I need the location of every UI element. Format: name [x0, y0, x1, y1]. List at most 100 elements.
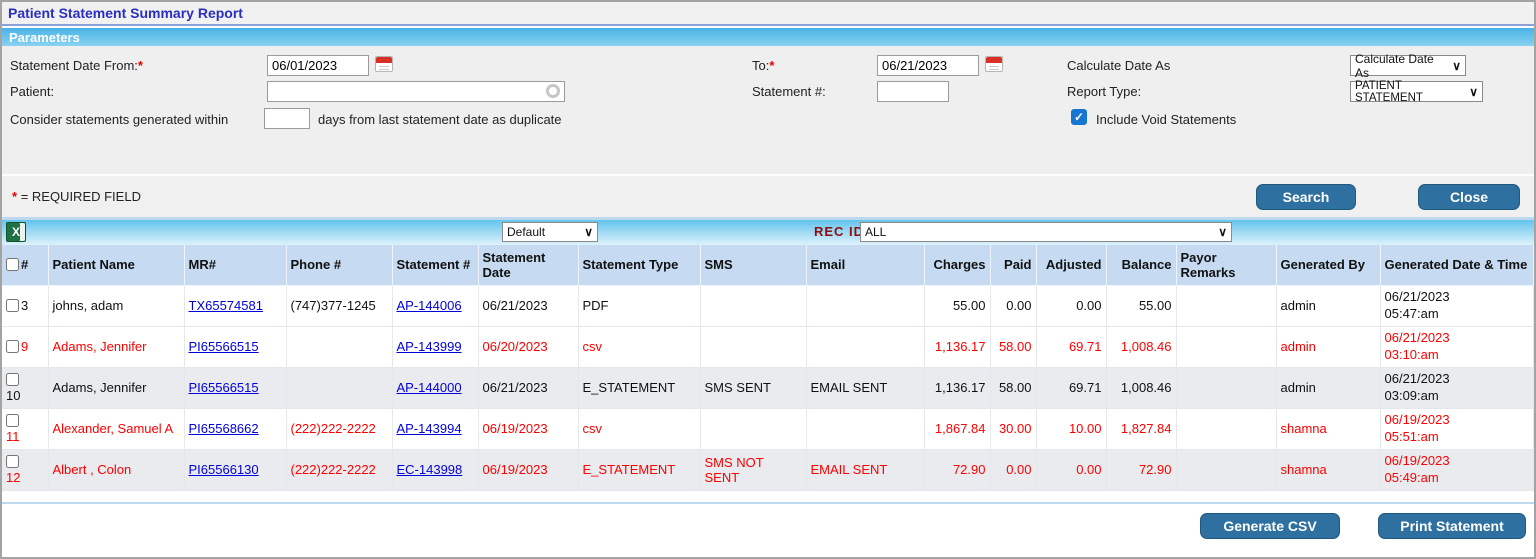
cell-generated-datetime: 06/21/202303:09:am — [1380, 367, 1534, 408]
actions-row: * = REQUIRED FIELD Search Close — [2, 174, 1534, 220]
report-type-select[interactable]: PATIENT STATEMENT∨ — [1350, 81, 1483, 102]
cell-adjusted: 0.00 — [1036, 285, 1106, 326]
duplicate-statement-suffix: days from last statement date as duplica… — [318, 112, 562, 127]
title-bar: Patient Statement Summary Report — [2, 2, 1534, 26]
cell-email — [806, 408, 924, 449]
header-statement-date: Statement Date — [478, 245, 578, 285]
header-generated-by: Generated By — [1276, 245, 1380, 285]
row-checkbox[interactable] — [6, 455, 19, 468]
statement-link[interactable]: AP-144000 — [397, 380, 462, 395]
mr-link[interactable]: PI65568662 — [189, 421, 259, 436]
cell-sms — [700, 326, 806, 367]
header-generated-datetime: Generated Date & Time — [1380, 245, 1534, 285]
cell-generated-datetime: 06/19/202305:49:am — [1380, 449, 1534, 490]
cell-payor-remarks — [1176, 326, 1276, 367]
statement-link[interactable]: AP-143999 — [397, 339, 462, 354]
header-charges: Charges — [924, 245, 990, 285]
cell-payor-remarks — [1176, 408, 1276, 449]
cell-mr: TX65574581 — [184, 285, 286, 326]
header-statement-no: Statement # — [392, 245, 478, 285]
cell-balance: 1,827.84 — [1106, 408, 1176, 449]
cell-statement-date: 06/19/2023 — [478, 449, 578, 490]
cell-generated-by: shamna — [1276, 449, 1380, 490]
footer-actions: Generate CSV Print Statement — [2, 504, 1534, 548]
cell-adjusted: 69.71 — [1036, 326, 1106, 367]
cell-statement-date: 06/20/2023 — [478, 326, 578, 367]
cell-select: 11 — [2, 408, 48, 449]
mr-link[interactable]: PI65566130 — [189, 462, 259, 477]
mr-link[interactable]: PI65566515 — [189, 339, 259, 354]
cell-statement-date: 06/19/2023 — [478, 408, 578, 449]
table-row: 3 johns, adam TX65574581 (747)377-1245 A… — [2, 285, 1534, 326]
table-row: 9 Adams, Jennifer PI65566515 AP-143999 0… — [2, 326, 1534, 367]
export-excel-icon[interactable]: X — [6, 222, 26, 242]
header-adjusted: Adjusted — [1036, 245, 1106, 285]
statement-date-from-input[interactable] — [267, 55, 369, 76]
cell-mr: PI65566515 — [184, 367, 286, 408]
search-button[interactable]: Search — [1256, 184, 1356, 210]
cell-mr: PI65566515 — [184, 326, 286, 367]
row-checkbox[interactable] — [6, 414, 19, 427]
generate-csv-button[interactable]: Generate CSV — [1200, 513, 1340, 539]
cell-sms: SMS NOT SENT — [700, 449, 806, 490]
cell-email: EMAIL SENT — [806, 367, 924, 408]
cell-balance: 55.00 — [1106, 285, 1176, 326]
cell-statement-no: AP-144006 — [392, 285, 478, 326]
header-statement-type: Statement Type — [578, 245, 700, 285]
header-paid: Paid — [990, 245, 1036, 285]
header-phone: Phone # — [286, 245, 392, 285]
cell-paid: 30.00 — [990, 408, 1036, 449]
cell-phone: (747)377-1245 — [286, 285, 392, 326]
include-void-checkbox[interactable]: ✓ — [1071, 109, 1087, 125]
rec-id-select[interactable]: ALL∨ — [860, 222, 1232, 242]
parameters-section-header: Parameters — [2, 26, 1534, 46]
cell-statement-date: 06/21/2023 — [478, 285, 578, 326]
required-field-note: * = REQUIRED FIELD — [12, 189, 141, 204]
cell-email — [806, 285, 924, 326]
page-title: Patient Statement Summary Report — [8, 5, 243, 21]
required-asterisk: * — [769, 58, 774, 73]
cell-patient-name: johns, adam — [48, 285, 184, 326]
header-email: Email — [806, 245, 924, 285]
cell-generated-by: admin — [1276, 285, 1380, 326]
mr-link[interactable]: PI65566515 — [189, 380, 259, 395]
calendar-icon[interactable] — [375, 56, 393, 72]
cell-select: 12 — [2, 449, 48, 490]
print-statement-button[interactable]: Print Statement — [1378, 513, 1526, 539]
statement-link[interactable]: EC-143998 — [397, 462, 463, 477]
cell-payor-remarks — [1176, 449, 1276, 490]
close-button[interactable]: Close — [1418, 184, 1520, 210]
cell-statement-no: AP-143994 — [392, 408, 478, 449]
chevron-down-icon: ∨ — [1452, 59, 1461, 73]
rec-id-label: REC ID — [814, 224, 864, 239]
patient-search-input[interactable] — [267, 81, 565, 102]
cell-phone — [286, 367, 392, 408]
select-all-checkbox[interactable] — [6, 258, 19, 271]
row-checkbox[interactable] — [6, 299, 19, 312]
statement-table-body: 3 johns, adam TX65574581 (747)377-1245 A… — [2, 285, 1534, 490]
duplicate-days-input[interactable] — [264, 108, 310, 129]
cell-sms — [700, 408, 806, 449]
to-date-input[interactable] — [877, 55, 979, 76]
view-select[interactable]: Default∨ — [502, 222, 598, 242]
calendar-icon[interactable] — [985, 56, 1003, 72]
cell-payor-remarks — [1176, 285, 1276, 326]
statement-number-input[interactable] — [877, 81, 949, 102]
row-checkbox[interactable] — [6, 340, 19, 353]
calculate-date-as-select[interactable]: Calculate Date As∨ — [1350, 55, 1466, 76]
row-checkbox[interactable] — [6, 373, 19, 386]
cell-select: 10 — [2, 367, 48, 408]
statements-table: # Patient Name MR# Phone # Statement # S… — [2, 245, 1534, 491]
mr-link[interactable]: TX65574581 — [189, 298, 263, 313]
cell-adjusted: 0.00 — [1036, 449, 1106, 490]
cell-adjusted: 69.71 — [1036, 367, 1106, 408]
table-row: 12 Albert , Colon PI65566130 (222)222-22… — [2, 449, 1534, 490]
patient-label: Patient: — [10, 84, 54, 99]
patient-field-wrap — [267, 81, 565, 102]
table-header-row: # Patient Name MR# Phone # Statement # S… — [2, 245, 1534, 285]
duplicate-statement-prefix: Consider statements generated within — [10, 112, 228, 127]
statement-link[interactable]: AP-144006 — [397, 298, 462, 313]
statement-date-from-label: Statement Date From:* — [10, 58, 143, 73]
cell-generated-by: shamna — [1276, 408, 1380, 449]
statement-link[interactable]: AP-143994 — [397, 421, 462, 436]
